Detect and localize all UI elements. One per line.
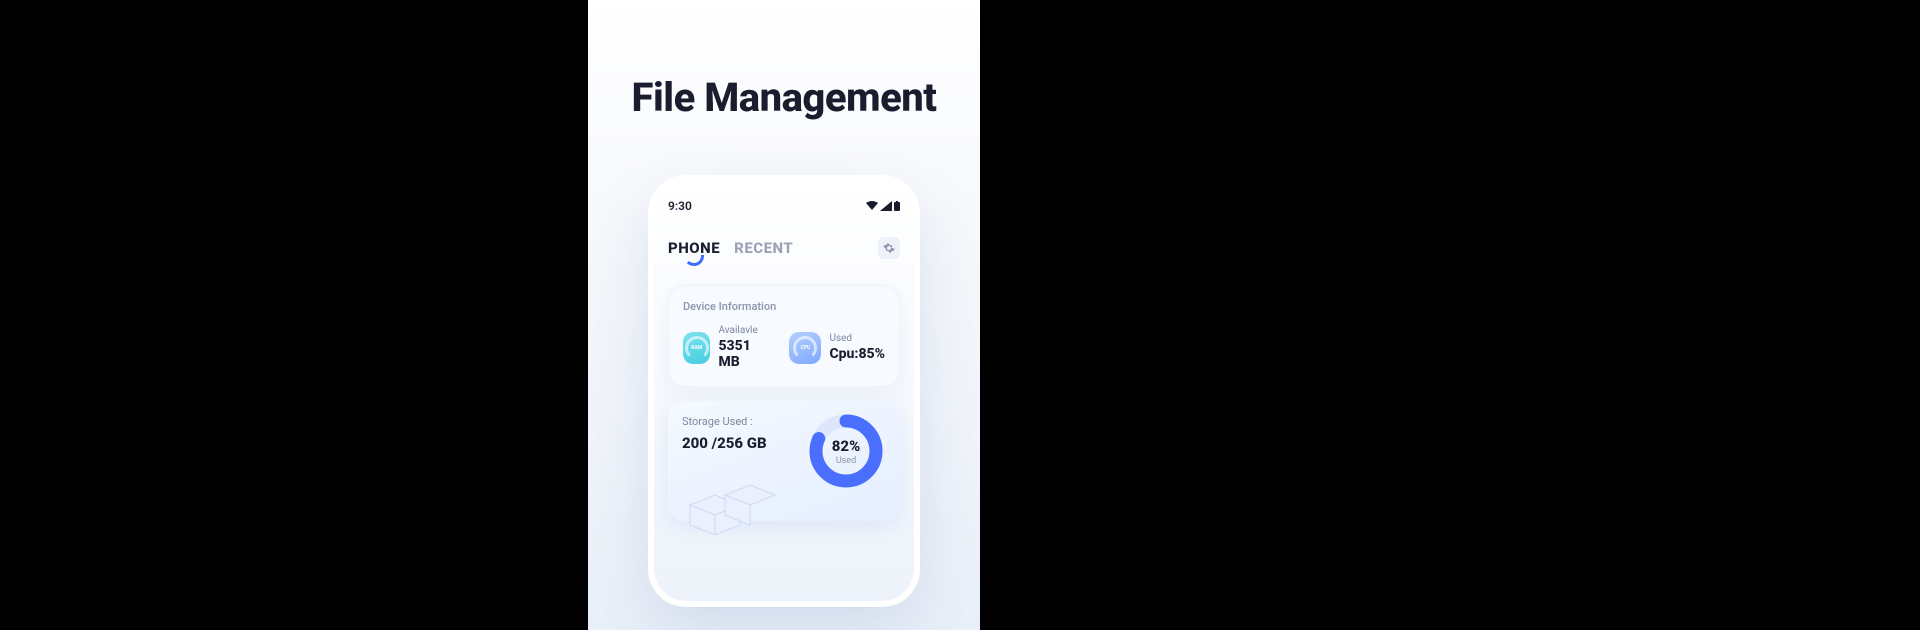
gear-icon [883, 242, 895, 254]
wifi-icon [866, 201, 878, 211]
storage-percent-label: Used [836, 456, 856, 466]
storage-card: Storage Used : 200 /256 GB 82% Used [668, 401, 900, 521]
settings-button[interactable] [878, 237, 900, 259]
ram-icon: RAM [683, 332, 710, 364]
storage-donut-chart: 82% Used [806, 411, 886, 491]
storage-illustration-icon [680, 475, 780, 535]
app-promo-panel: File Management 9:30 PHONE RECENT Device [588, 0, 980, 630]
status-bar: 9:30 [668, 193, 900, 219]
signal-icon [880, 201, 892, 211]
device-info-card: Device Information RAM Availavle 5351 MB [668, 285, 900, 387]
battery-icon [894, 201, 900, 211]
cpu-label: Used [829, 333, 885, 344]
tab-phone[interactable]: PHONE [668, 239, 720, 257]
tab-bar: PHONE RECENT [668, 237, 900, 259]
ram-label: Availavle [718, 325, 767, 336]
ram-value: 5351 MB [718, 338, 767, 370]
page-title: File Management [632, 74, 937, 121]
cpu-value: Cpu:85% [829, 346, 885, 362]
status-icons [866, 201, 900, 211]
storage-percent: 82% [832, 437, 860, 455]
cpu-metric: CPU Used Cpu:85% [789, 325, 885, 370]
ram-metric: RAM Availavle 5351 MB [683, 325, 767, 370]
phone-mockup: 9:30 PHONE RECENT Device Information [654, 181, 914, 601]
device-info-title: Device Information [683, 300, 885, 313]
status-time: 9:30 [668, 199, 692, 213]
cpu-icon: CPU [789, 332, 821, 364]
tab-recent[interactable]: RECENT [734, 239, 793, 257]
